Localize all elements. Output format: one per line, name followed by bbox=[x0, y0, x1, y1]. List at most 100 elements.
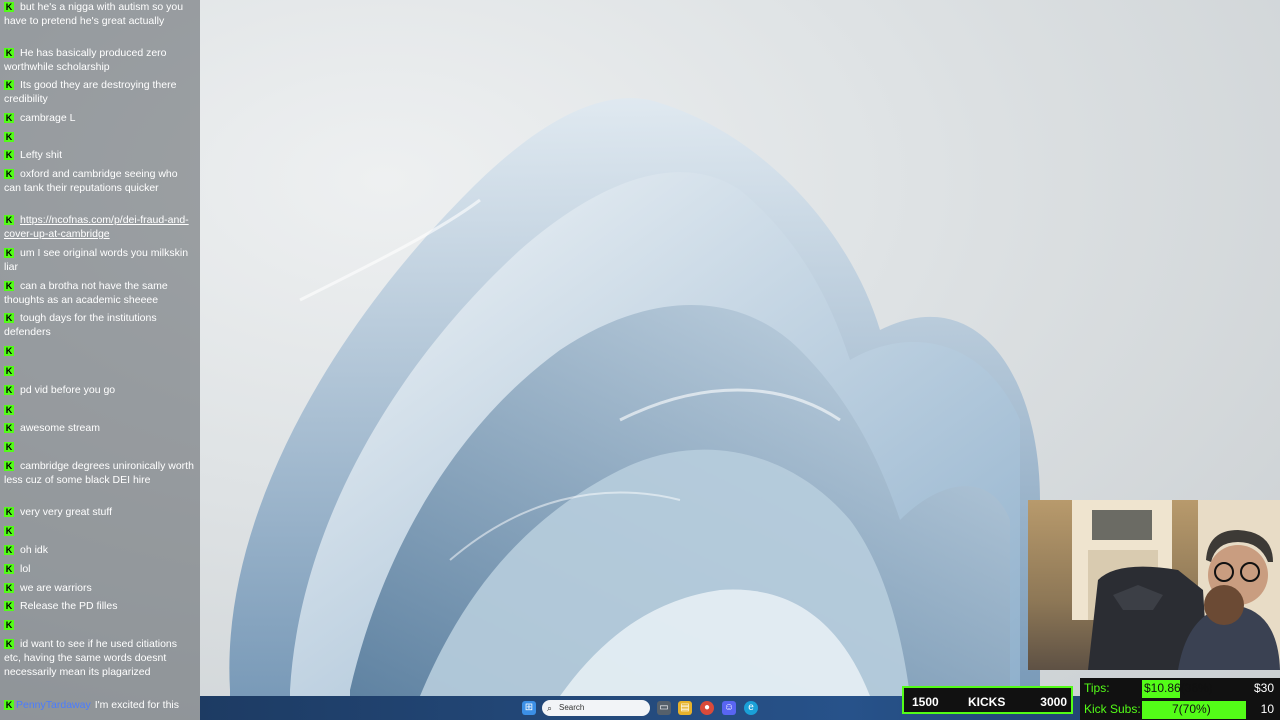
chat-message: Kwe are warriors bbox=[4, 581, 196, 595]
chat-message: K bbox=[4, 344, 196, 358]
kick-badge-icon: K bbox=[4, 150, 14, 161]
kick-badge-icon: K bbox=[4, 48, 14, 59]
kick-badge-icon: K bbox=[4, 366, 14, 377]
chat-message: Kum I see original words you milkskin li… bbox=[4, 246, 196, 274]
webcam-feed bbox=[1028, 500, 1280, 670]
kick-badge-icon: K bbox=[4, 132, 14, 143]
tips-label: Tips: bbox=[1084, 681, 1110, 695]
chat-message: Klol bbox=[4, 562, 196, 576]
kick-badge-icon: K bbox=[4, 639, 14, 650]
kicks-goal-bar: 1500 KICKS 3000 bbox=[902, 686, 1073, 714]
chat-message: K bbox=[4, 440, 196, 454]
chat-text: we are warriors bbox=[20, 582, 92, 594]
chat-text: Lefty shit bbox=[20, 149, 63, 161]
file-explorer-icon[interactable]: ▤ bbox=[678, 701, 692, 715]
kick-badge-icon: K bbox=[4, 215, 14, 226]
kick-badge-icon: K bbox=[4, 601, 14, 612]
chat-message: Ktough days for the institutions defende… bbox=[4, 311, 196, 339]
kick-badge-icon: K bbox=[4, 385, 14, 396]
chat-link[interactable]: https://ncofnas.com/p/dei-fraud-and-cove… bbox=[4, 214, 189, 240]
chat-message: Kvery very great stuff bbox=[4, 505, 196, 519]
chat-text: tough days for the institutions defender… bbox=[4, 312, 157, 338]
goals-panel: Tips: $10.86(36%) $30 Kick Subs: 7(70%) … bbox=[1080, 678, 1280, 720]
kick-badge-icon: K bbox=[4, 461, 14, 472]
subs-goal: 10 bbox=[1260, 702, 1274, 716]
chat-text: cambrage L bbox=[20, 112, 76, 124]
kick-badge-icon: K bbox=[4, 583, 14, 594]
chat-message: Koxford and cambridge seeing who can tan… bbox=[4, 167, 196, 195]
windows-start-icon[interactable]: ⊞ bbox=[522, 701, 536, 715]
subs-label: Kick Subs: bbox=[1084, 702, 1141, 716]
chat-message: K PennyTardaway I'm excited for this bbox=[4, 698, 196, 712]
kick-badge-icon: K bbox=[4, 113, 14, 124]
subs-value: 7(70%) bbox=[1172, 702, 1211, 716]
search-placeholder: Search bbox=[559, 703, 585, 712]
kick-badge-icon: K bbox=[4, 442, 14, 453]
chat-text: I'm excited for this bbox=[94, 699, 180, 711]
chat-text: oxford and cambridge seeing who can tank… bbox=[4, 168, 178, 194]
chat-text: oh idk bbox=[20, 544, 49, 556]
kick-badge-icon: K bbox=[4, 700, 14, 711]
subs-goal-row: Kick Subs: 7(70%) 10 bbox=[1080, 699, 1280, 719]
chat-text: id want to see if he used citiations etc… bbox=[4, 638, 178, 678]
taskbar-search-box[interactable]: ⌕ Search bbox=[542, 700, 650, 716]
chat-text: Release the PD filles bbox=[20, 600, 118, 612]
kicks-label: KICKS bbox=[968, 695, 1006, 709]
chat-message: K bbox=[4, 364, 196, 378]
tips-goal-row: Tips: $10.86(36%) $30 bbox=[1080, 678, 1280, 698]
chat-username[interactable]: PennyTardaway bbox=[16, 699, 91, 711]
discord-icon[interactable]: ☺ bbox=[722, 701, 736, 715]
chat-message: Kcan a brotha not have the same thoughts… bbox=[4, 279, 196, 307]
chat-message: K Release the PD filles bbox=[4, 599, 196, 613]
kick-badge-icon: K bbox=[4, 346, 14, 357]
chat-message: K bbox=[4, 403, 196, 417]
chat-message: K Lefty shit bbox=[4, 148, 196, 162]
tips-value: $10.86(36%) bbox=[1144, 681, 1213, 695]
chat-text: um I see original words you milkskin lia… bbox=[4, 247, 189, 273]
kick-badge-icon: K bbox=[4, 507, 14, 518]
chat-text: cambridge degrees unironically worth les… bbox=[4, 460, 194, 486]
chat-message: Kid want to see if he used citiations et… bbox=[4, 637, 196, 679]
chat-message: Khttps://ncofnas.com/p/dei-fraud-and-cov… bbox=[4, 213, 196, 241]
chat-message: K bbox=[4, 130, 196, 144]
chat-text: very very great stuff bbox=[20, 506, 113, 518]
search-icon: ⌕ bbox=[547, 703, 553, 713]
kick-badge-icon: K bbox=[4, 564, 14, 575]
chat-message: Koh idk bbox=[4, 543, 196, 557]
kick-badge-icon: K bbox=[4, 405, 14, 416]
chat-message: K bbox=[4, 524, 196, 538]
chat-message: Kcambridge degrees unironically worth le… bbox=[4, 459, 196, 487]
chat-text: pd vid before you go bbox=[20, 384, 116, 396]
chat-text: He has basically produced zero worthwhil… bbox=[4, 47, 167, 73]
webcam-scene-image bbox=[1072, 500, 1280, 670]
kick-badge-icon: K bbox=[4, 2, 14, 13]
task-view-icon[interactable]: ▭ bbox=[657, 701, 671, 715]
chat-message: K He has basically produced zero worthwhi… bbox=[4, 46, 196, 74]
kick-badge-icon: K bbox=[4, 169, 14, 180]
tips-goal: $30 bbox=[1253, 681, 1274, 695]
kick-badge-icon: K bbox=[4, 281, 14, 292]
kicks-start-value: 1500 bbox=[912, 695, 939, 709]
kicks-goal-value: 3000 bbox=[1040, 695, 1067, 709]
chat-message: Kawesome stream bbox=[4, 421, 196, 435]
chat-text: can a brotha not have the same thoughts … bbox=[4, 280, 168, 306]
chat-message: Kpd vid before you go bbox=[4, 383, 196, 397]
chat-message: Kbut he's a nigga with autism so you hav… bbox=[4, 0, 196, 28]
chat-text: but he's a nigga with autism so you have… bbox=[4, 1, 184, 27]
chrome-icon[interactable]: ● bbox=[700, 701, 714, 715]
edge-icon[interactable]: e bbox=[744, 701, 758, 715]
kick-chat-panel: Kbut he's a nigga with autism so you hav… bbox=[0, 0, 200, 720]
chat-message: K Its good they are destroying there cred… bbox=[4, 78, 196, 106]
chat-message: Kcambrage L bbox=[4, 111, 196, 125]
chat-text: lol bbox=[20, 563, 31, 575]
kick-badge-icon: K bbox=[4, 248, 14, 259]
kick-badge-icon: K bbox=[4, 313, 14, 324]
kick-badge-icon: K bbox=[4, 620, 14, 631]
chat-message: K bbox=[4, 618, 196, 632]
kick-badge-icon: K bbox=[4, 545, 14, 556]
kick-badge-icon: K bbox=[4, 423, 14, 434]
kick-badge-icon: K bbox=[4, 80, 14, 91]
chat-text: Its good they are destroying there credi… bbox=[4, 79, 177, 105]
kick-badge-icon: K bbox=[4, 526, 14, 537]
chat-text: awesome stream bbox=[20, 422, 100, 434]
